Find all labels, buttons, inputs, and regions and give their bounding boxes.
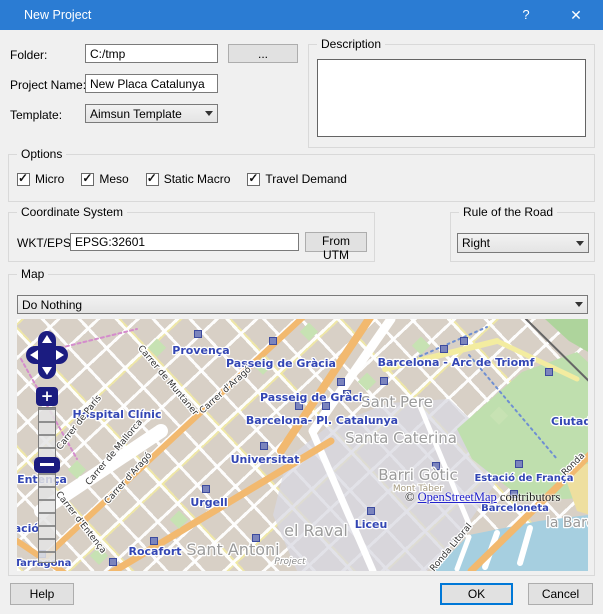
map-label: el Raval xyxy=(284,521,348,540)
description-group-title: Description xyxy=(317,37,386,51)
map-label: Liceu xyxy=(355,518,388,531)
station-marker xyxy=(202,485,210,493)
description-group: Description xyxy=(308,37,595,148)
map-label: Sant Pere xyxy=(361,393,433,411)
options-group-title: Options xyxy=(17,147,67,161)
map-action-value: Do Nothing xyxy=(22,297,83,312)
close-icon[interactable]: ✕ xyxy=(559,0,593,30)
map-label: Carrer d'Aragó xyxy=(197,364,254,416)
openstreetmap-link[interactable]: OpenStreetMap xyxy=(418,490,497,504)
wkt-epsg-input[interactable] xyxy=(70,233,299,251)
zoom-in-button[interactable]: + xyxy=(36,387,58,406)
station-marker xyxy=(194,330,202,338)
folder-input[interactable] xyxy=(85,44,218,63)
map-attribution: © OpenStreetMap contributors xyxy=(405,490,560,505)
description-textarea[interactable] xyxy=(317,59,586,137)
option-static-macro[interactable]: Static Macro xyxy=(145,171,231,186)
map-park-block xyxy=(357,372,377,391)
pan-down-icon[interactable] xyxy=(42,367,52,375)
map-drawing: Provença Passeig de Gràcia Barcelona - Arc… xyxy=(17,319,588,571)
option-micro[interactable]: Micro xyxy=(17,171,65,186)
attribution-suffix: contributors xyxy=(496,490,561,504)
station-marker xyxy=(367,507,375,515)
pan-right-icon[interactable] xyxy=(56,350,64,360)
map-label: Sant Antoni xyxy=(186,540,279,559)
map-label: Barri Gòtic xyxy=(378,466,458,484)
static-macro-checkbox-label: Static Macro xyxy=(163,172,231,186)
help-button[interactable]: Help xyxy=(10,583,74,605)
map-park-block xyxy=(299,322,319,341)
station-marker xyxy=(269,337,277,345)
map-label: Carrer de París xyxy=(55,393,104,452)
map-label: la Barceloneta xyxy=(546,515,588,531)
pan-up-icon[interactable] xyxy=(42,335,52,343)
map-label: Estació de França xyxy=(474,472,573,484)
options-group: Options Micro Meso Static Macro Travel D… xyxy=(8,147,595,202)
station-marker xyxy=(545,368,553,376)
template-select-value: Aimsun Template xyxy=(90,106,182,121)
new-project-dialog: New Project ? ✕ Folder: ... Project Name… xyxy=(0,0,603,614)
zoom-out-button[interactable] xyxy=(34,457,60,473)
station-marker xyxy=(109,558,117,566)
minus-icon xyxy=(40,463,54,466)
station-marker xyxy=(380,377,388,385)
travel-demand-checkbox[interactable] xyxy=(247,171,261,186)
map-label: Ciutadella xyxy=(551,415,588,428)
zoom-slider-track[interactable] xyxy=(38,407,56,563)
micro-checkbox-label: Micro xyxy=(35,172,65,186)
map-label: Passeig de Gràcia xyxy=(260,391,370,404)
options-row: Micro Meso Static Macro Travel Demand xyxy=(17,171,347,186)
browse-button[interactable]: ... xyxy=(228,44,298,63)
station-marker xyxy=(440,345,448,353)
rule-of-the-road-select[interactable]: Right xyxy=(457,233,589,253)
chevron-down-icon xyxy=(576,240,584,246)
map-area xyxy=(545,319,588,352)
map-label: Project xyxy=(274,557,306,567)
map-action-select[interactable]: Do Nothing xyxy=(17,295,588,314)
project-name-input[interactable] xyxy=(85,74,218,93)
map-label: Provença xyxy=(172,344,229,357)
pan-left-icon[interactable] xyxy=(30,350,38,360)
rule-of-the-road-group-title: Rule of the Road xyxy=(459,205,558,219)
chevron-down-icon xyxy=(205,111,213,116)
attribution-prefix: © xyxy=(405,490,418,504)
map-label: Barcelona- Pl. Catalunya xyxy=(246,414,398,427)
static-macro-checkbox[interactable] xyxy=(145,171,159,186)
meso-checkbox[interactable] xyxy=(81,171,95,186)
station-marker xyxy=(337,378,345,386)
ok-button[interactable]: OK xyxy=(440,583,513,605)
template-label: Template: xyxy=(10,108,63,122)
map-label: Urgell xyxy=(190,496,227,509)
map-label: Rocafort xyxy=(129,545,182,558)
titlebar[interactable]: New Project ? ✕ xyxy=(0,0,603,30)
map-group-title: Map xyxy=(17,267,49,281)
station-marker xyxy=(460,337,468,345)
coordinate-system-group: Coordinate System WKT/EPSG: From UTM xyxy=(8,205,375,262)
from-utm-button[interactable]: From UTM xyxy=(305,232,367,262)
micro-checkbox[interactable] xyxy=(17,171,30,186)
help-icon[interactable]: ? xyxy=(509,0,543,30)
station-marker xyxy=(260,442,268,450)
window-title: New Project xyxy=(24,8,92,22)
travel-demand-checkbox-label: Travel Demand xyxy=(265,172,347,186)
meso-checkbox-label: Meso xyxy=(99,172,129,186)
map-label: ació xyxy=(17,522,39,535)
coordinate-system-group-title: Coordinate System xyxy=(17,205,128,219)
rule-of-the-road-group: Rule of the Road Right xyxy=(450,205,595,262)
cancel-button[interactable]: Cancel xyxy=(528,583,593,605)
option-travel-demand[interactable]: Travel Demand xyxy=(247,171,347,186)
map-label: Barcelona - Arc de Triomf xyxy=(378,356,535,369)
map-canvas[interactable]: Provença Passeig de Gràcia Barcelona - Arc… xyxy=(17,319,588,571)
map-group: Map Do Nothing Provença Passeig de Gràcia… xyxy=(8,267,595,576)
rule-of-the-road-value: Right xyxy=(462,236,491,250)
folder-label: Folder: xyxy=(10,48,48,62)
station-marker xyxy=(515,460,523,468)
project-name-label: Project Name: xyxy=(10,78,87,92)
map-label: Santa Caterina xyxy=(345,429,457,447)
chevron-down-icon xyxy=(575,302,583,307)
template-select[interactable]: Aimsun Template xyxy=(85,104,218,123)
map-label: Universitat xyxy=(231,453,300,466)
option-meso[interactable]: Meso xyxy=(81,171,129,186)
station-marker xyxy=(150,537,158,545)
